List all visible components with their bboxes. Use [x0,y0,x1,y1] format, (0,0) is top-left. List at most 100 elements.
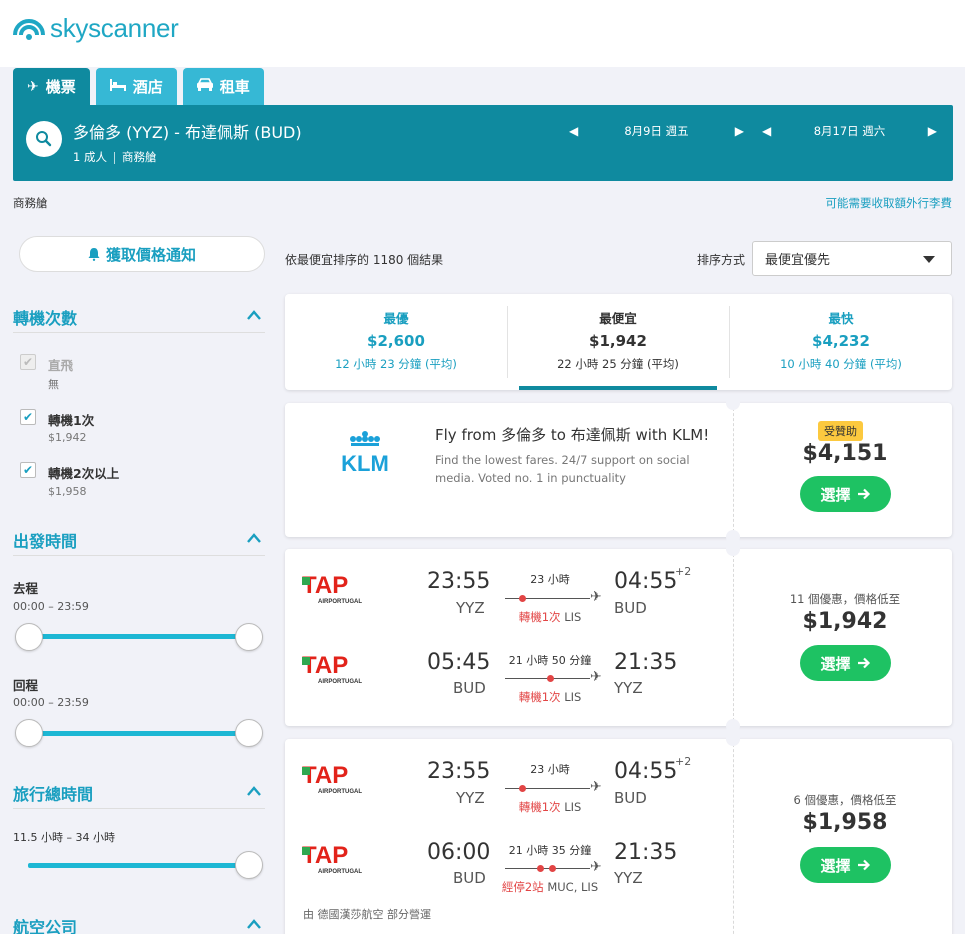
operated-by-note: 由 德國漢莎航空 部分營運 [303,908,431,921]
fastest-duration: 10 小時 40 分鐘 (平均) [780,357,902,371]
cheapest-price: $1,942 [589,332,647,350]
search-button[interactable] [26,121,62,157]
arrival-time: 21:35 [614,840,678,865]
return-slider-max-handle[interactable] [235,719,263,747]
ad-headline[interactable]: Fly from 多倫多 to 布達佩斯 with KLM! [435,424,709,445]
tab-flights[interactable]: ✈ 機票 [13,68,90,105]
chevron-up-icon[interactable] [245,784,263,798]
one-stop-checkbox[interactable]: ✔ [20,409,36,425]
route-text[interactable]: 多倫多 (YYZ) - 布達佩斯 (BUD) [73,119,302,143]
svg-text:AIRPORTUGAL: AIRPORTUGAL [318,679,362,685]
skyscanner-sun-icon [13,18,45,40]
depart-prev-arrow[interactable]: ◀ [569,124,578,138]
svg-text:TAP: TAP [302,842,348,869]
ad-body-line1: Find the lowest fares. 24/7 support on s… [435,453,690,467]
sort-value: 最便宜優先 [765,253,831,268]
tap-airline-logo: TAP AIRPORTUGAL [302,652,362,685]
stopover-airport: LIS [564,610,582,624]
passenger-cabin[interactable]: 1 成人 商務艙 [73,149,156,165]
stopover-airport: LIS [564,800,582,814]
logo-text: skyscanner [50,13,179,43]
sponsored-ad-card[interactable]: KLM Fly from 多倫多 to 布達佩斯 with KLM! Find … [285,403,952,537]
divider [733,549,734,726]
outbound-slider-track[interactable] [28,634,250,639]
svg-text:AIRPORTUGAL: AIRPORTUGAL [318,869,362,875]
results-count: 依最便宜排序的 1180 個結果 [285,253,444,267]
card-notch [726,719,740,733]
stopover-airport: MUC, LIS [547,880,599,894]
arrival-time: 21:35 [614,650,678,675]
chevron-up-icon[interactable] [245,531,263,545]
depart-date[interactable]: 8月9日 週五 [578,123,735,139]
stops-count: 經停2站 [501,880,544,894]
itinerary-card[interactable]: TAP AIRPORTUGAL 23:55 YYZ 23 小時 ✈ 轉機1次 L… [285,739,952,934]
tab-best[interactable]: 最優 $2,600 12 小時 23 分鐘 (平均) [285,294,507,390]
departure-airport: YYZ [456,789,485,807]
outbound-slider-max-handle[interactable] [235,623,263,651]
one-stop-label[interactable]: 轉機1次 [48,410,94,429]
chevron-up-icon[interactable] [245,308,263,322]
tab-fastest[interactable]: 最快 $4,232 10 小時 40 分鐘 (平均) [730,294,952,390]
card-notch [726,396,740,410]
ad-select-button[interactable]: 選擇 [800,476,891,512]
depart-date-selector: ◀ 8月9日 週五 ▶ [569,121,744,141]
skyscanner-logo[interactable]: skyscanner [12,13,179,44]
outbound-slider-min-handle[interactable] [15,623,43,651]
duration-slider-track[interactable] [28,863,250,868]
search-summary[interactable]: 多倫多 (YYZ) - 布達佩斯 (BUD) 1 成人 商務艙 ◀ 8月9日 週五… [13,105,953,181]
one-stop-price: $1,942 [48,431,87,444]
nonstop-label: 直飛 [48,358,74,373]
select-button[interactable]: 選擇 [800,645,891,681]
flight-duration: 23 小時 [530,763,570,776]
stops-count: 轉機1次 [518,690,561,704]
caret-down-icon [923,256,935,263]
price-alert-button[interactable]: 獲取價格通知 [19,236,265,272]
arrival-airport: BUD [614,599,647,617]
two-plus-stops-checkbox[interactable]: ✔ [20,462,36,478]
passenger-count: 1 成人 [73,150,107,164]
divider [13,808,265,809]
stopover-airport: LIS [564,690,582,704]
departure-time-filter-title[interactable]: 出發時間 [13,528,77,552]
sort-summary-tabs: 最優 $2,600 12 小時 23 分鐘 (平均) 最便宜 $1,942 22… [285,294,952,390]
return-range: 00:00 – 23:59 [13,696,89,709]
departure-airport: YYZ [456,599,485,617]
return-slider-min-handle[interactable] [15,719,43,747]
outbound-range: 00:00 – 23:59 [13,600,89,613]
baggage-fees-link[interactable]: 可能需要收取額外行李費 [826,195,953,211]
tab-cars[interactable]: 租車 [182,68,264,105]
tab-cars-label: 租車 [219,78,250,96]
stop-dot [549,865,556,872]
airlines-filter-title[interactable]: 航空公司 [13,914,77,934]
best-duration: 12 小時 23 分鐘 (平均) [335,357,457,371]
return-date[interactable]: 8月17日 週六 [771,123,928,139]
bed-icon [109,78,126,95]
select-label: 選擇 [820,654,851,673]
tap-airline-logo: TAP AIRPORTUGAL [302,842,362,875]
duration-slider-handle[interactable] [235,851,263,879]
return-slider-track[interactable] [28,731,250,736]
route-line [505,788,590,789]
return-next-arrow[interactable]: ▶ [928,124,937,138]
stop-dot [537,865,544,872]
tab-cheapest[interactable]: 最便宜 $1,942 22 小時 25 分鐘 (平均) [507,294,729,390]
day-offset: +2 [675,755,692,768]
tap-airline-logo: TAP AIRPORTUGAL [302,762,362,795]
select-label: 選擇 [820,485,851,504]
itinerary-card[interactable]: TAP AIRPORTUGAL 23:55 YYZ 23 小時 ✈ 轉機1次 L… [285,549,952,726]
outbound-label: 去程 [13,581,39,596]
tab-hotels[interactable]: 酒店 [95,68,177,105]
sort-dropdown[interactable]: 最便宜優先 [752,241,952,276]
arrival-time: 04:55 [614,759,678,784]
chevron-up-icon[interactable] [245,917,263,931]
nonstop-checkbox: ✔ [20,354,36,370]
tab-flights-label: 機票 [45,78,76,96]
two-plus-stops-label[interactable]: 轉機2次以上 [48,463,119,482]
stops-filter-title[interactable]: 轉機次數 [13,305,77,329]
select-button[interactable]: 選擇 [800,847,891,883]
depart-next-arrow[interactable]: ▶ [735,124,744,138]
fastest-label: 最快 [828,311,854,326]
duration-filter-title[interactable]: 旅行總時間 [13,781,93,805]
itinerary-price: $1,942 [802,609,888,634]
return-prev-arrow[interactable]: ◀ [762,124,771,138]
